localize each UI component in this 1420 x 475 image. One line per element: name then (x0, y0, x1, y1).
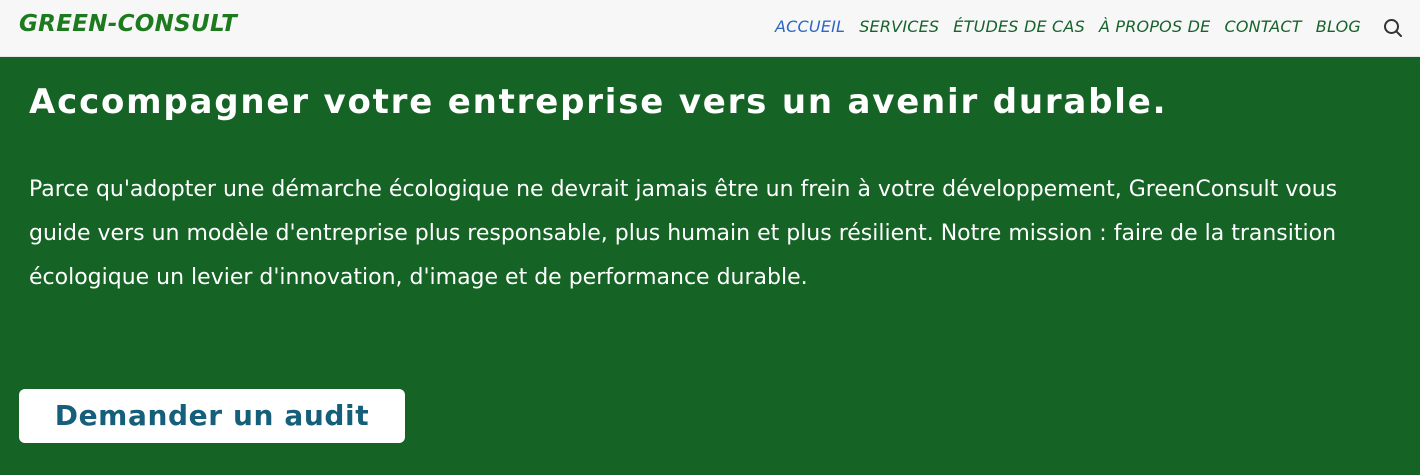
hero-description: Parce qu'adopter une démarche écologique… (29, 177, 1338, 290)
search-icon[interactable] (1382, 17, 1404, 39)
nav-item-contact[interactable]: CONTACT (1224, 17, 1301, 36)
request-audit-button[interactable]: Demander un audit (19, 389, 405, 443)
nav-item-a-propos[interactable]: À PROPOS DE (1099, 17, 1211, 36)
nav-item-accueil[interactable]: ACCUEIL (775, 17, 845, 36)
site-logo[interactable]: GREEN-CONSULT (19, 11, 237, 37)
main-nav: ACCUEIL SERVICES ÉTUDES DE CAS À PROPOS … (775, 17, 1361, 36)
nav-item-etudes-de-cas[interactable]: ÉTUDES DE CAS (953, 17, 1085, 36)
site-header: GREEN-CONSULT ACCUEIL SERVICES ÉTUDES DE… (0, 0, 1420, 57)
nav-item-services[interactable]: SERVICES (859, 17, 939, 36)
nav-item-blog[interactable]: BLOG (1316, 17, 1361, 36)
hero-title: Accompagner votre entreprise vers un ave… (29, 82, 1168, 122)
